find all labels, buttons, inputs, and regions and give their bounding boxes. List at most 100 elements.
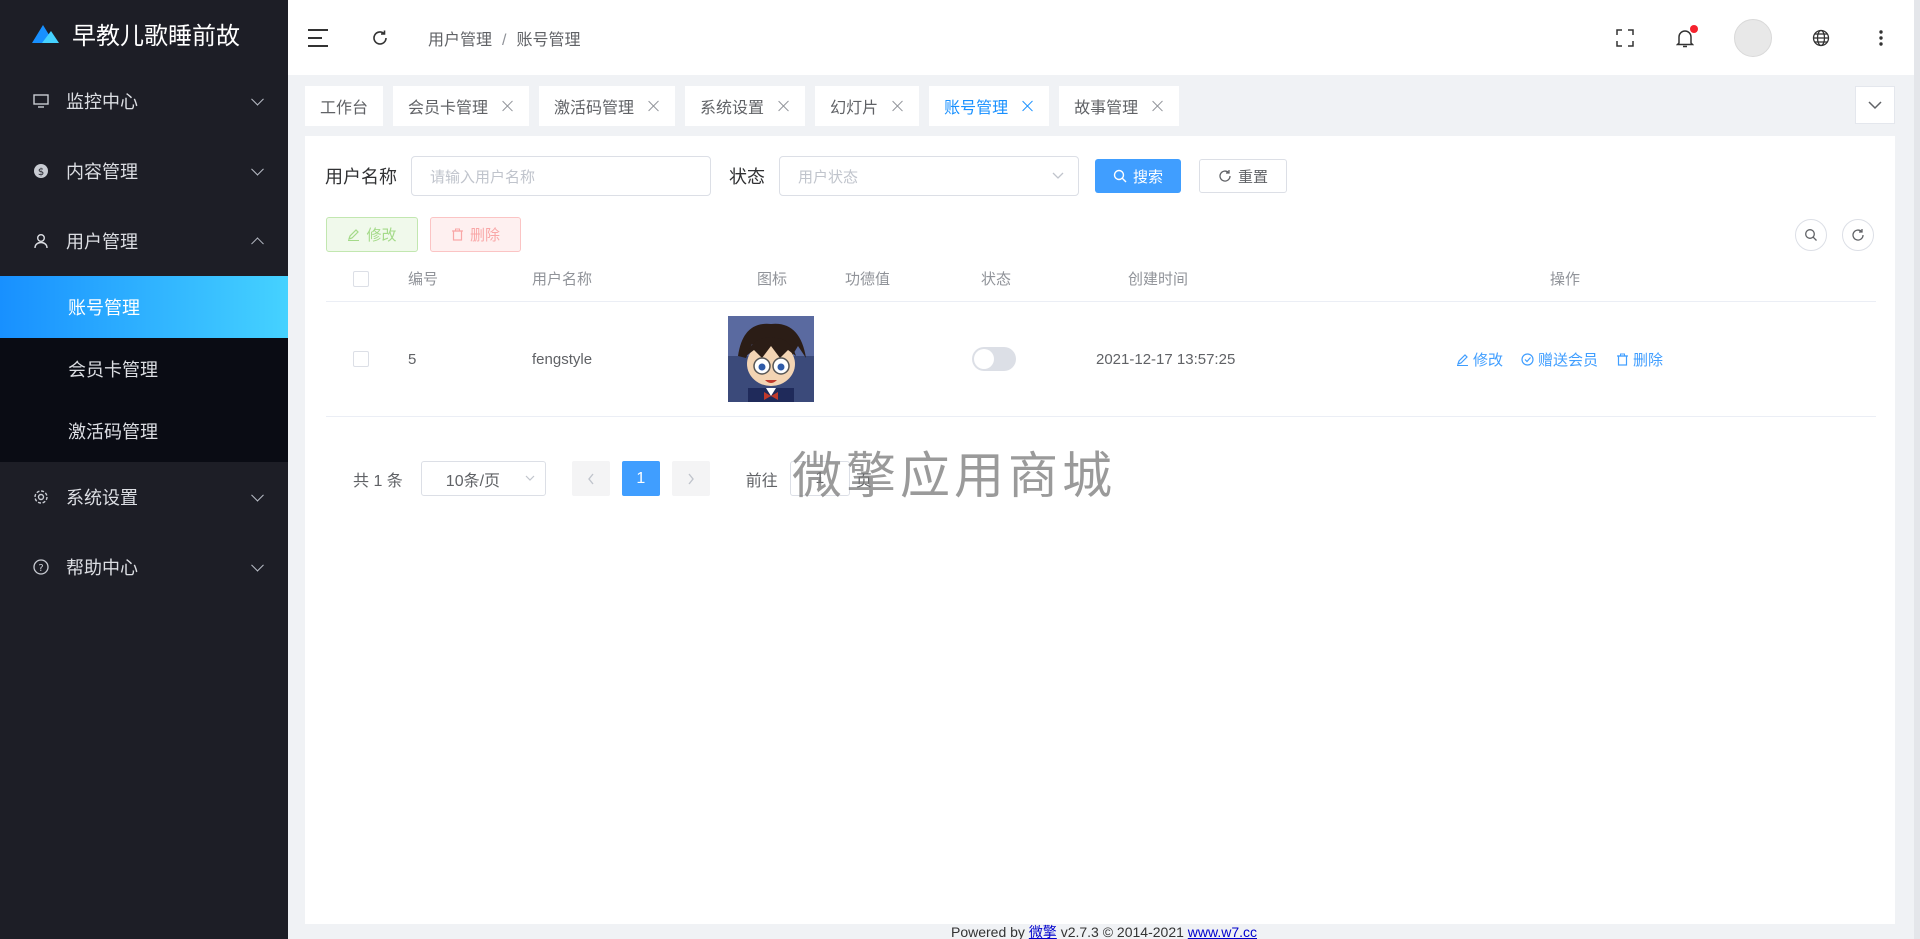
tab-member-card[interactable]: 会员卡管理	[393, 86, 530, 126]
more-vertical-icon[interactable]	[1870, 27, 1892, 49]
menu-help[interactable]: ? 帮助中心	[0, 532, 288, 602]
menu-content[interactable]: $ 内容管理	[0, 136, 288, 206]
row-gift-member-link[interactable]: 赠送会员	[1521, 349, 1598, 370]
sidebar-item-account[interactable]: 账号管理	[0, 276, 288, 338]
refresh-icon	[1852, 229, 1864, 241]
status-select[interactable]: 用户状态	[779, 156, 1079, 196]
notification-dot	[1690, 24, 1698, 33]
tab-label: 幻灯片	[830, 100, 879, 117]
close-icon[interactable]	[1022, 100, 1034, 112]
row-select-cell	[353, 302, 369, 416]
refresh-icon	[1219, 170, 1231, 182]
close-icon[interactable]	[502, 100, 514, 112]
sidebar-item-activation-code[interactable]: 激活码管理	[0, 400, 288, 462]
breadcrumb: 用户管理 / 账号管理	[428, 26, 580, 50]
column-header: 创建时间	[1128, 271, 1189, 288]
toggle-search-button[interactable]	[1795, 219, 1827, 251]
column-header: 功德值	[845, 271, 891, 288]
breadcrumb-item[interactable]: 用户管理	[428, 32, 492, 49]
globe-icon[interactable]	[1810, 27, 1832, 49]
menu-settings[interactable]: 系统设置	[0, 462, 288, 532]
footer-prefix: Powered by	[950, 924, 1029, 939]
logo[interactable]: 早教儿歌睡前故	[0, 0, 288, 66]
search-icon	[1113, 169, 1127, 183]
prev-page-button[interactable]	[571, 461, 610, 496]
trash-icon	[1617, 353, 1629, 366]
column-header: 状态	[981, 271, 1012, 288]
goto-suffix: 页	[855, 472, 872, 490]
select-all-cell	[353, 256, 369, 301]
close-icon[interactable]	[778, 100, 790, 112]
tab-label: 工作台	[320, 100, 369, 117]
column-header: 用户名称	[532, 271, 593, 288]
user-icon	[32, 232, 50, 250]
footer-site-link[interactable]: www.w7.cc	[1188, 924, 1257, 939]
delete-button[interactable]: 删除	[430, 217, 521, 252]
sidebar: 早教儿歌睡前故 监控中心 $ 内容管理 用户管理 账号管理 会员卡管理 激活码管…	[0, 0, 288, 939]
bell-icon[interactable]	[1674, 24, 1698, 49]
menu-users[interactable]: 用户管理	[0, 206, 288, 276]
username-placeholder: 请输入用户名称	[430, 168, 536, 186]
row-edit-label: 修改	[1473, 351, 1504, 369]
refresh-icon[interactable]	[370, 28, 390, 48]
chevron-down-icon	[251, 558, 264, 572]
edit-icon	[1457, 353, 1468, 366]
close-icon[interactable]	[648, 100, 660, 112]
chevron-down-icon	[251, 92, 264, 106]
row-gift-member-label: 赠送会员	[1538, 351, 1599, 369]
refresh-table-button[interactable]	[1842, 219, 1874, 251]
tab-account[interactable]: 账号管理	[929, 86, 1050, 126]
chevron-up-icon	[251, 237, 264, 251]
menu-label: 用户管理	[66, 232, 138, 252]
avatar[interactable]	[1734, 18, 1772, 57]
next-page-button[interactable]	[671, 461, 710, 496]
fullscreen-icon[interactable]	[1614, 27, 1636, 49]
status-label: 状态	[729, 167, 765, 187]
row-status-cell	[972, 302, 1016, 416]
edit-button-label: 修改	[366, 227, 397, 244]
goto-page-input[interactable]: 1	[789, 461, 850, 496]
close-icon[interactable]	[1152, 100, 1164, 112]
row-username: fengstyle	[532, 350, 593, 368]
menu-toggle-icon[interactable]	[308, 28, 330, 47]
select-all-checkbox[interactable]	[353, 270, 369, 287]
reset-button-label: 重置	[1238, 168, 1269, 186]
goto-page-value: 1	[815, 469, 825, 487]
sidebar-item-member-card[interactable]: 会员卡管理	[0, 338, 288, 400]
edit-button[interactable]: 修改	[326, 217, 418, 252]
trash-icon	[451, 228, 463, 241]
users-submenu: 账号管理 会员卡管理 激活码管理	[0, 276, 288, 462]
tab-slideshow[interactable]: 幻灯片	[815, 86, 920, 126]
tab-system-settings[interactable]: 系统设置	[685, 86, 806, 126]
main-card: 用户名称 请输入用户名称 状态 用户状态 搜索 重置 修改 删除 编号 用户名称…	[305, 136, 1895, 924]
status-switch[interactable]	[972, 347, 1016, 371]
help-circle-icon: ?	[32, 558, 50, 576]
page-scrollbar[interactable]	[1914, 0, 1920, 939]
chevron-down-icon	[251, 162, 264, 176]
menu-label: 系统设置	[66, 488, 138, 508]
row-delete-link[interactable]: 删除	[1616, 349, 1663, 370]
search-icon	[1805, 229, 1817, 241]
tab-story[interactable]: 故事管理	[1059, 86, 1180, 126]
tab-label: 账号管理	[944, 100, 1009, 117]
page-number-current[interactable]: 1	[621, 461, 660, 496]
tabs-dropdown-button[interactable]	[1855, 86, 1895, 124]
tab-activation-code[interactable]: 激活码管理	[539, 86, 676, 126]
tab-workbench[interactable]: 工作台	[305, 86, 384, 126]
close-icon[interactable]	[892, 100, 904, 112]
username-input[interactable]: 请输入用户名称	[411, 156, 711, 196]
row-edit-link[interactable]: 修改	[1456, 349, 1503, 370]
monitor-icon	[32, 92, 50, 110]
footer-brand-link[interactable]: 微擎	[1029, 924, 1057, 939]
menu-monitor[interactable]: 监控中心	[0, 66, 288, 136]
reset-button[interactable]: 重置	[1199, 159, 1288, 193]
row-delete-label: 删除	[1633, 351, 1664, 369]
row-icon-cell	[728, 302, 814, 416]
search-form: 用户名称 请输入用户名称 状态 用户状态 搜索 重置	[325, 156, 1288, 196]
search-button[interactable]: 搜索	[1095, 159, 1182, 193]
row-checkbox[interactable]	[353, 351, 369, 367]
svg-text:$: $	[38, 167, 44, 178]
page-size-select[interactable]: 10条/页	[420, 461, 546, 496]
menu-label: 内容管理	[66, 162, 138, 182]
app-title: 早教儿歌睡前故	[72, 21, 240, 50]
